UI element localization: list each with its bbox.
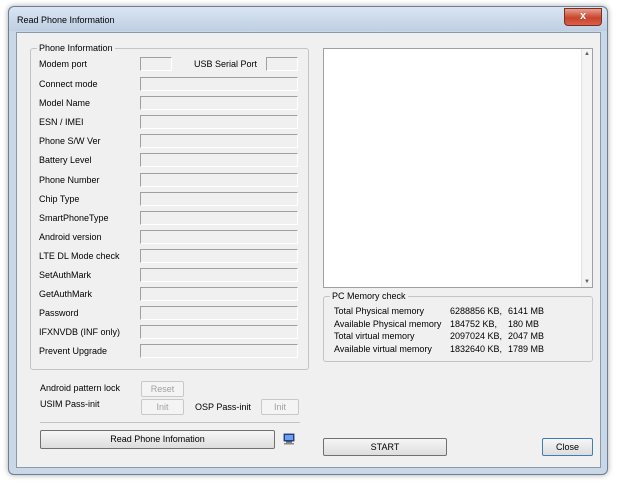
memory-row-label: Total Physical memory bbox=[334, 306, 425, 316]
field-value[interactable] bbox=[140, 153, 298, 167]
pc-memory-check-group-title: PC Memory check bbox=[330, 291, 408, 301]
field-value[interactable] bbox=[140, 325, 298, 339]
memory-row-mb: 1789 MB bbox=[508, 344, 545, 354]
field-value[interactable] bbox=[140, 268, 298, 282]
modem-port-field[interactable] bbox=[140, 57, 172, 71]
usim-init-button[interactable]: Init bbox=[141, 399, 184, 415]
scroll-down-icon[interactable]: ▼ bbox=[584, 279, 590, 285]
field-value[interactable] bbox=[140, 173, 298, 187]
field-label: Connect mode bbox=[39, 79, 98, 89]
dialog-body: Phone Information Modem port USB Serial … bbox=[16, 32, 601, 468]
scroll-up-icon[interactable]: ▲ bbox=[584, 51, 590, 57]
memory-row-kb: 2097024 KB, bbox=[450, 331, 503, 341]
field-value[interactable] bbox=[140, 344, 298, 358]
start-button[interactable]: START bbox=[323, 438, 447, 456]
modem-port-label: Modem port bbox=[39, 59, 88, 69]
field-label: SmartPhoneType bbox=[39, 213, 109, 223]
title-bar: Read Phone Information x bbox=[9, 7, 607, 31]
field-label: Password bbox=[39, 308, 79, 318]
computer-icon bbox=[283, 433, 295, 445]
field-label: Model Name bbox=[39, 98, 91, 108]
field-label: Prevent Upgrade bbox=[39, 346, 108, 356]
android-pattern-lock-label: Android pattern lock bbox=[40, 383, 121, 393]
osp-pass-init-label: OSP Pass-init bbox=[195, 402, 251, 412]
field-value[interactable] bbox=[140, 306, 298, 320]
memory-row-mb: 180 MB bbox=[508, 319, 540, 329]
field-value[interactable] bbox=[140, 134, 298, 148]
field-label: Phone Number bbox=[39, 175, 100, 185]
usb-serial-port-field[interactable] bbox=[266, 57, 298, 71]
field-label: Android version bbox=[39, 232, 102, 242]
field-label: SetAuthMark bbox=[39, 270, 92, 280]
read-phone-information-window: Read Phone Information x Phone Informati… bbox=[8, 6, 608, 475]
field-value[interactable] bbox=[140, 115, 298, 129]
pattern-lock-reset-button[interactable]: Reset bbox=[141, 381, 184, 397]
field-value[interactable] bbox=[140, 77, 298, 91]
close-button[interactable]: Close bbox=[542, 438, 593, 456]
osp-init-button[interactable]: Init bbox=[261, 399, 299, 415]
memory-row-kb: 184752 KB, bbox=[450, 319, 498, 329]
memory-row-label: Available Physical memory bbox=[334, 319, 442, 329]
phone-information-group: Phone Information Modem port USB Serial … bbox=[30, 43, 309, 370]
log-scrollbar[interactable]: ▲ ▼ bbox=[581, 49, 592, 287]
field-value[interactable] bbox=[140, 211, 298, 225]
window-title: Read Phone Information bbox=[17, 15, 115, 25]
field-value[interactable] bbox=[140, 249, 298, 263]
phone-information-group-title: Phone Information bbox=[37, 43, 115, 53]
field-label: Battery Level bbox=[39, 155, 92, 165]
memory-row-label: Available virtual memory bbox=[334, 344, 432, 354]
field-label: Chip Type bbox=[39, 194, 80, 204]
memory-row-kb: 1832640 KB, bbox=[450, 344, 503, 354]
field-label: IFXNVDB (INF only) bbox=[39, 327, 121, 337]
field-value[interactable] bbox=[140, 230, 298, 244]
window-close-button[interactable]: x bbox=[564, 8, 602, 26]
pc-memory-check-group: PC Memory check Total Physical memory 628… bbox=[323, 291, 593, 362]
log-output-area[interactable]: ▲ ▼ bbox=[323, 48, 593, 288]
memory-row-label: Total virtual memory bbox=[334, 331, 415, 341]
field-label: ESN / IMEI bbox=[39, 117, 84, 127]
field-label: Phone S/W Ver bbox=[39, 136, 101, 146]
usb-serial-port-label: USB Serial Port bbox=[194, 59, 258, 69]
field-label: LTE DL Mode check bbox=[39, 251, 120, 261]
read-phone-information-button[interactable]: Read Phone Infomation bbox=[40, 430, 275, 449]
field-value[interactable] bbox=[140, 96, 298, 110]
memory-row-kb: 6288856 KB, bbox=[450, 306, 503, 316]
field-value[interactable] bbox=[140, 287, 298, 301]
memory-row-mb: 6141 MB bbox=[508, 306, 545, 316]
separator-line bbox=[40, 422, 300, 423]
field-value[interactable] bbox=[140, 192, 298, 206]
field-label: GetAuthMark bbox=[39, 289, 93, 299]
memory-row-mb: 2047 MB bbox=[508, 331, 545, 341]
usim-pass-init-label: USIM Pass-init bbox=[40, 399, 100, 409]
